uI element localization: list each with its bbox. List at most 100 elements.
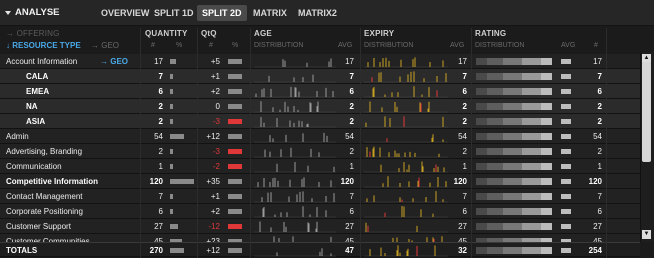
tab-matrix2[interactable]: MATRIX2: [293, 7, 342, 19]
tab-split-2d[interactable]: SPLIT 2D: [197, 5, 247, 21]
table-row[interactable]: EMEA 6 +2 6 6 6: [0, 84, 640, 99]
scroll-down-icon[interactable]: ▼: [642, 230, 651, 239]
rating-segment: [540, 193, 552, 200]
resource-type-header[interactable]: ↓ RESOURCE TYPE: [6, 41, 81, 50]
age-avg: 2: [349, 102, 354, 111]
quantity-bar: [170, 224, 178, 229]
column-divider: [140, 28, 141, 258]
expiry-avg: 120: [453, 177, 467, 186]
age-avg: 7: [349, 192, 354, 201]
quantity-value: 7: [158, 192, 163, 201]
qtq-value: 0: [215, 102, 220, 111]
quantity-bar: [170, 89, 173, 94]
expiry-avg: 27: [458, 222, 467, 231]
qtq-bar: [228, 59, 242, 64]
rating-distribution-bar: [476, 73, 552, 80]
expiry-sparkline: [364, 101, 448, 113]
quantity-header[interactable]: QUANTITY: [145, 29, 188, 38]
table-row[interactable]: Advertising, Branding 2 -3 2 2 2: [0, 144, 640, 159]
analyse-menu[interactable]: ANALYSE: [5, 7, 60, 18]
rating-segment: [502, 103, 522, 110]
qtq-value: -12: [208, 222, 220, 231]
rating-count: 254: [588, 246, 602, 255]
totals-row[interactable]: TOTALS 270 +12 47 32 254: [0, 242, 640, 257]
rating-segment: [540, 163, 552, 170]
rating-count: 17: [593, 57, 602, 66]
expiry-sparkline: [364, 176, 448, 188]
age-avg: 17: [345, 57, 354, 66]
row-label: Competitive Information: [6, 177, 99, 186]
expiry-avg: 6: [462, 207, 467, 216]
age-sparkline: [254, 74, 336, 83]
geo-selector[interactable]: → GEO: [100, 57, 128, 66]
rating-segment: [487, 58, 503, 65]
expiry-avg: 7: [462, 192, 467, 201]
rating-avg-bar: [561, 248, 571, 253]
rating-segment: [502, 208, 522, 215]
tab-overview[interactable]: OVERVIEW: [96, 7, 154, 19]
table-row[interactable]: Communication 1 -2 1 1 1: [0, 159, 640, 174]
rating-segment: [540, 73, 552, 80]
rating-distribution-bar: [476, 133, 552, 140]
table-row[interactable]: Corporate Positioning 6 +2 6 6 6: [0, 204, 640, 219]
tab-matrix[interactable]: MATRIX: [248, 7, 292, 19]
rating-segment: [502, 247, 522, 254]
top-bar: ANALYSE OVERVIEW SPLIT 1D SPLIT 2D MATRI…: [0, 0, 654, 26]
rating-count: 7: [597, 72, 602, 81]
rating-segment: [540, 58, 552, 65]
rating-segment: [521, 103, 541, 110]
rating-header[interactable]: RATING: [475, 29, 506, 38]
rating-distribution-bar: [476, 208, 552, 215]
rating-segment: [476, 73, 488, 80]
rating-avg-bar: [561, 179, 571, 184]
qtq-header[interactable]: QtQ: [201, 29, 217, 38]
rating-segment: [521, 118, 541, 125]
tab-split-1d[interactable]: SPLIT 1D: [149, 7, 199, 19]
rating-segment: [521, 178, 541, 185]
qtq-bar: [228, 149, 242, 154]
table-row[interactable]: NA 2 0 2 2 2: [0, 99, 640, 114]
offering-header[interactable]: → OFFERING: [6, 29, 60, 38]
expiry-sparkline: [364, 146, 448, 158]
rating-segment: [476, 88, 488, 95]
rating-count: 27: [593, 222, 602, 231]
table-row[interactable]: Account Information → GEO 17 +5 17 17 17: [0, 54, 640, 69]
table-row[interactable]: Competitive Information 120 +35 120 120 120: [0, 174, 640, 189]
totals-label: TOTALS: [6, 246, 38, 255]
rating-segment: [476, 58, 488, 65]
qtq-bar: [228, 248, 242, 253]
rating-segment: [476, 148, 488, 155]
table-row[interactable]: Contact Management 7 +1 7 7 7: [0, 189, 640, 204]
rating-segment: [502, 148, 522, 155]
rating-segment: [521, 223, 541, 230]
rating-segment: [487, 178, 503, 185]
quantity-bar: [170, 59, 176, 64]
age-avg: 7: [349, 72, 354, 81]
age-sparkline: [254, 206, 336, 218]
quantity-bar: [170, 104, 173, 109]
expiry-header[interactable]: EXPIRY: [364, 29, 394, 38]
rating-avg-bar: [561, 89, 571, 94]
age-header[interactable]: AGE: [254, 29, 272, 38]
table-row[interactable]: CALA 7 +1 7 7 7: [0, 69, 640, 84]
rating-avg-bar: [561, 134, 571, 139]
quantity-pct-header: %: [176, 42, 183, 49]
rating-count: 120: [588, 177, 602, 186]
rating-segment: [540, 133, 552, 140]
age-avg: 27: [345, 222, 354, 231]
row-label: EMEA: [26, 87, 50, 96]
qtq-value: +2: [210, 87, 220, 96]
table-row[interactable]: Admin 54 +12 54 54 54: [0, 129, 640, 144]
rating-count: 54: [593, 132, 602, 141]
expiry-sparkline: [364, 86, 448, 98]
qtq-value: +5: [210, 57, 220, 66]
table-row[interactable]: Customer Support 27 -12 27 27 27: [0, 219, 640, 234]
row-label: Communication: [6, 162, 62, 171]
geo-header[interactable]: → GEO: [91, 41, 119, 50]
quantity-value: 17: [154, 57, 163, 66]
table-row[interactable]: ASIA 2 -3 2 2 2: [0, 114, 640, 129]
rating-segment: [540, 208, 552, 215]
age-sparkline: [254, 86, 336, 98]
age-sparkline: [254, 132, 336, 143]
scrollbar-thumb[interactable]: [642, 62, 651, 162]
